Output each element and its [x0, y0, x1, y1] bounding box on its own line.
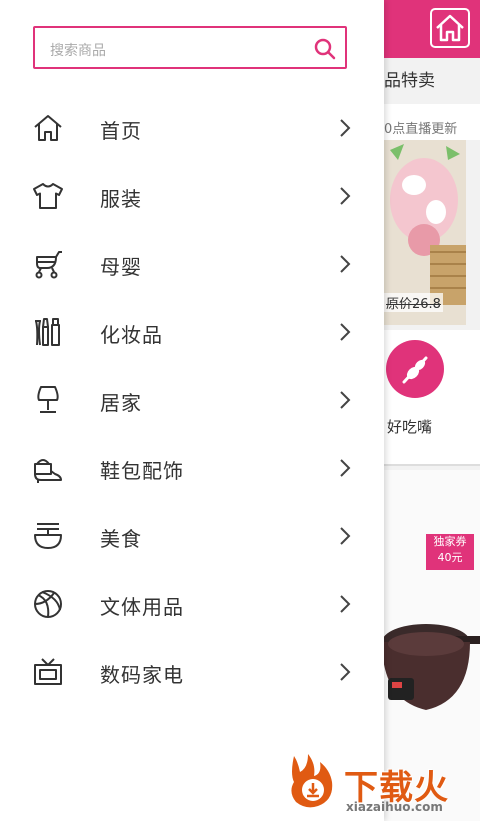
section-title: 品特卖	[384, 71, 435, 91]
menu-item-digital-appliances[interactable]: 数码家电	[0, 638, 384, 706]
menu-label: 服装	[100, 187, 142, 211]
category-label[interactable]: 好吃嘴	[387, 416, 432, 437]
menu-item-food[interactable]: 美食	[0, 502, 384, 570]
home-icon[interactable]	[430, 8, 470, 48]
menu-item-stationery-sports[interactable]: 文体用品	[0, 570, 384, 638]
category-menu: 首页 服装 母婴 化妆品 居家 鞋包配饰 美食 文体用品 数码家电	[0, 94, 384, 706]
chevron-right-icon	[336, 184, 354, 208]
lamp-icon	[32, 384, 64, 416]
side-drawer: 搜索商品 首页 服装 母婴 化妆品 居家 鞋包配饰 美食 文体用品 数码家电	[0, 0, 384, 821]
menu-item-home-living[interactable]: 居家	[0, 366, 384, 434]
chevron-right-icon	[336, 456, 354, 480]
skewer-icon[interactable]	[386, 340, 444, 398]
menu-label: 文体用品	[100, 595, 184, 619]
divider	[384, 464, 480, 466]
original-price: 原价26.8	[384, 293, 443, 312]
stroller-icon	[32, 248, 64, 280]
background-header	[384, 0, 480, 58]
search-input[interactable]: 搜索商品	[33, 26, 347, 69]
fire-logo-icon	[286, 752, 340, 810]
menu-label: 居家	[100, 391, 142, 415]
product-image-pan[interactable]	[384, 610, 480, 740]
chevron-right-icon	[336, 116, 354, 140]
menu-item-baby[interactable]: 母婴	[0, 230, 384, 298]
coupon-badge: 独家券 40元	[426, 534, 474, 570]
menu-label: 化妆品	[100, 323, 163, 347]
cosmetics-icon	[32, 316, 64, 348]
noodle-bowl-icon	[32, 520, 64, 552]
chevron-right-icon	[336, 320, 354, 344]
chevron-right-icon	[336, 252, 354, 276]
search-placeholder[interactable]: 搜索商品	[50, 40, 106, 60]
chevron-right-icon	[336, 524, 354, 548]
watermark-url: xiazaihuo.com	[346, 800, 443, 814]
tshirt-icon	[32, 180, 64, 212]
menu-label: 母婴	[100, 255, 142, 279]
menu-item-shoes-bags[interactable]: 鞋包配饰	[0, 434, 384, 502]
menu-item-home[interactable]: 首页	[0, 94, 384, 162]
coupon-title: 独家券	[433, 535, 467, 548]
menu-label: 美食	[100, 527, 142, 551]
shoe-icon	[32, 452, 64, 484]
section-subtitle: 0点直播更新	[384, 122, 458, 137]
search-icon[interactable]	[313, 37, 337, 61]
menu-label: 鞋包配饰	[100, 459, 184, 483]
menu-item-clothing[interactable]: 服装	[0, 162, 384, 230]
coupon-value: 40元	[437, 551, 463, 564]
chevron-right-icon	[336, 388, 354, 412]
tv-icon	[32, 656, 64, 688]
menu-label: 数码家电	[100, 663, 184, 687]
background-page: 品特卖 0点直播更新 原价26.8 好吃嘴 独家券 40元	[384, 0, 480, 821]
home-icon	[32, 112, 64, 144]
menu-label: 首页	[100, 119, 142, 143]
chevron-right-icon	[336, 660, 354, 684]
chevron-right-icon	[336, 592, 354, 616]
ball-icon	[32, 588, 64, 620]
menu-item-cosmetics[interactable]: 化妆品	[0, 298, 384, 366]
